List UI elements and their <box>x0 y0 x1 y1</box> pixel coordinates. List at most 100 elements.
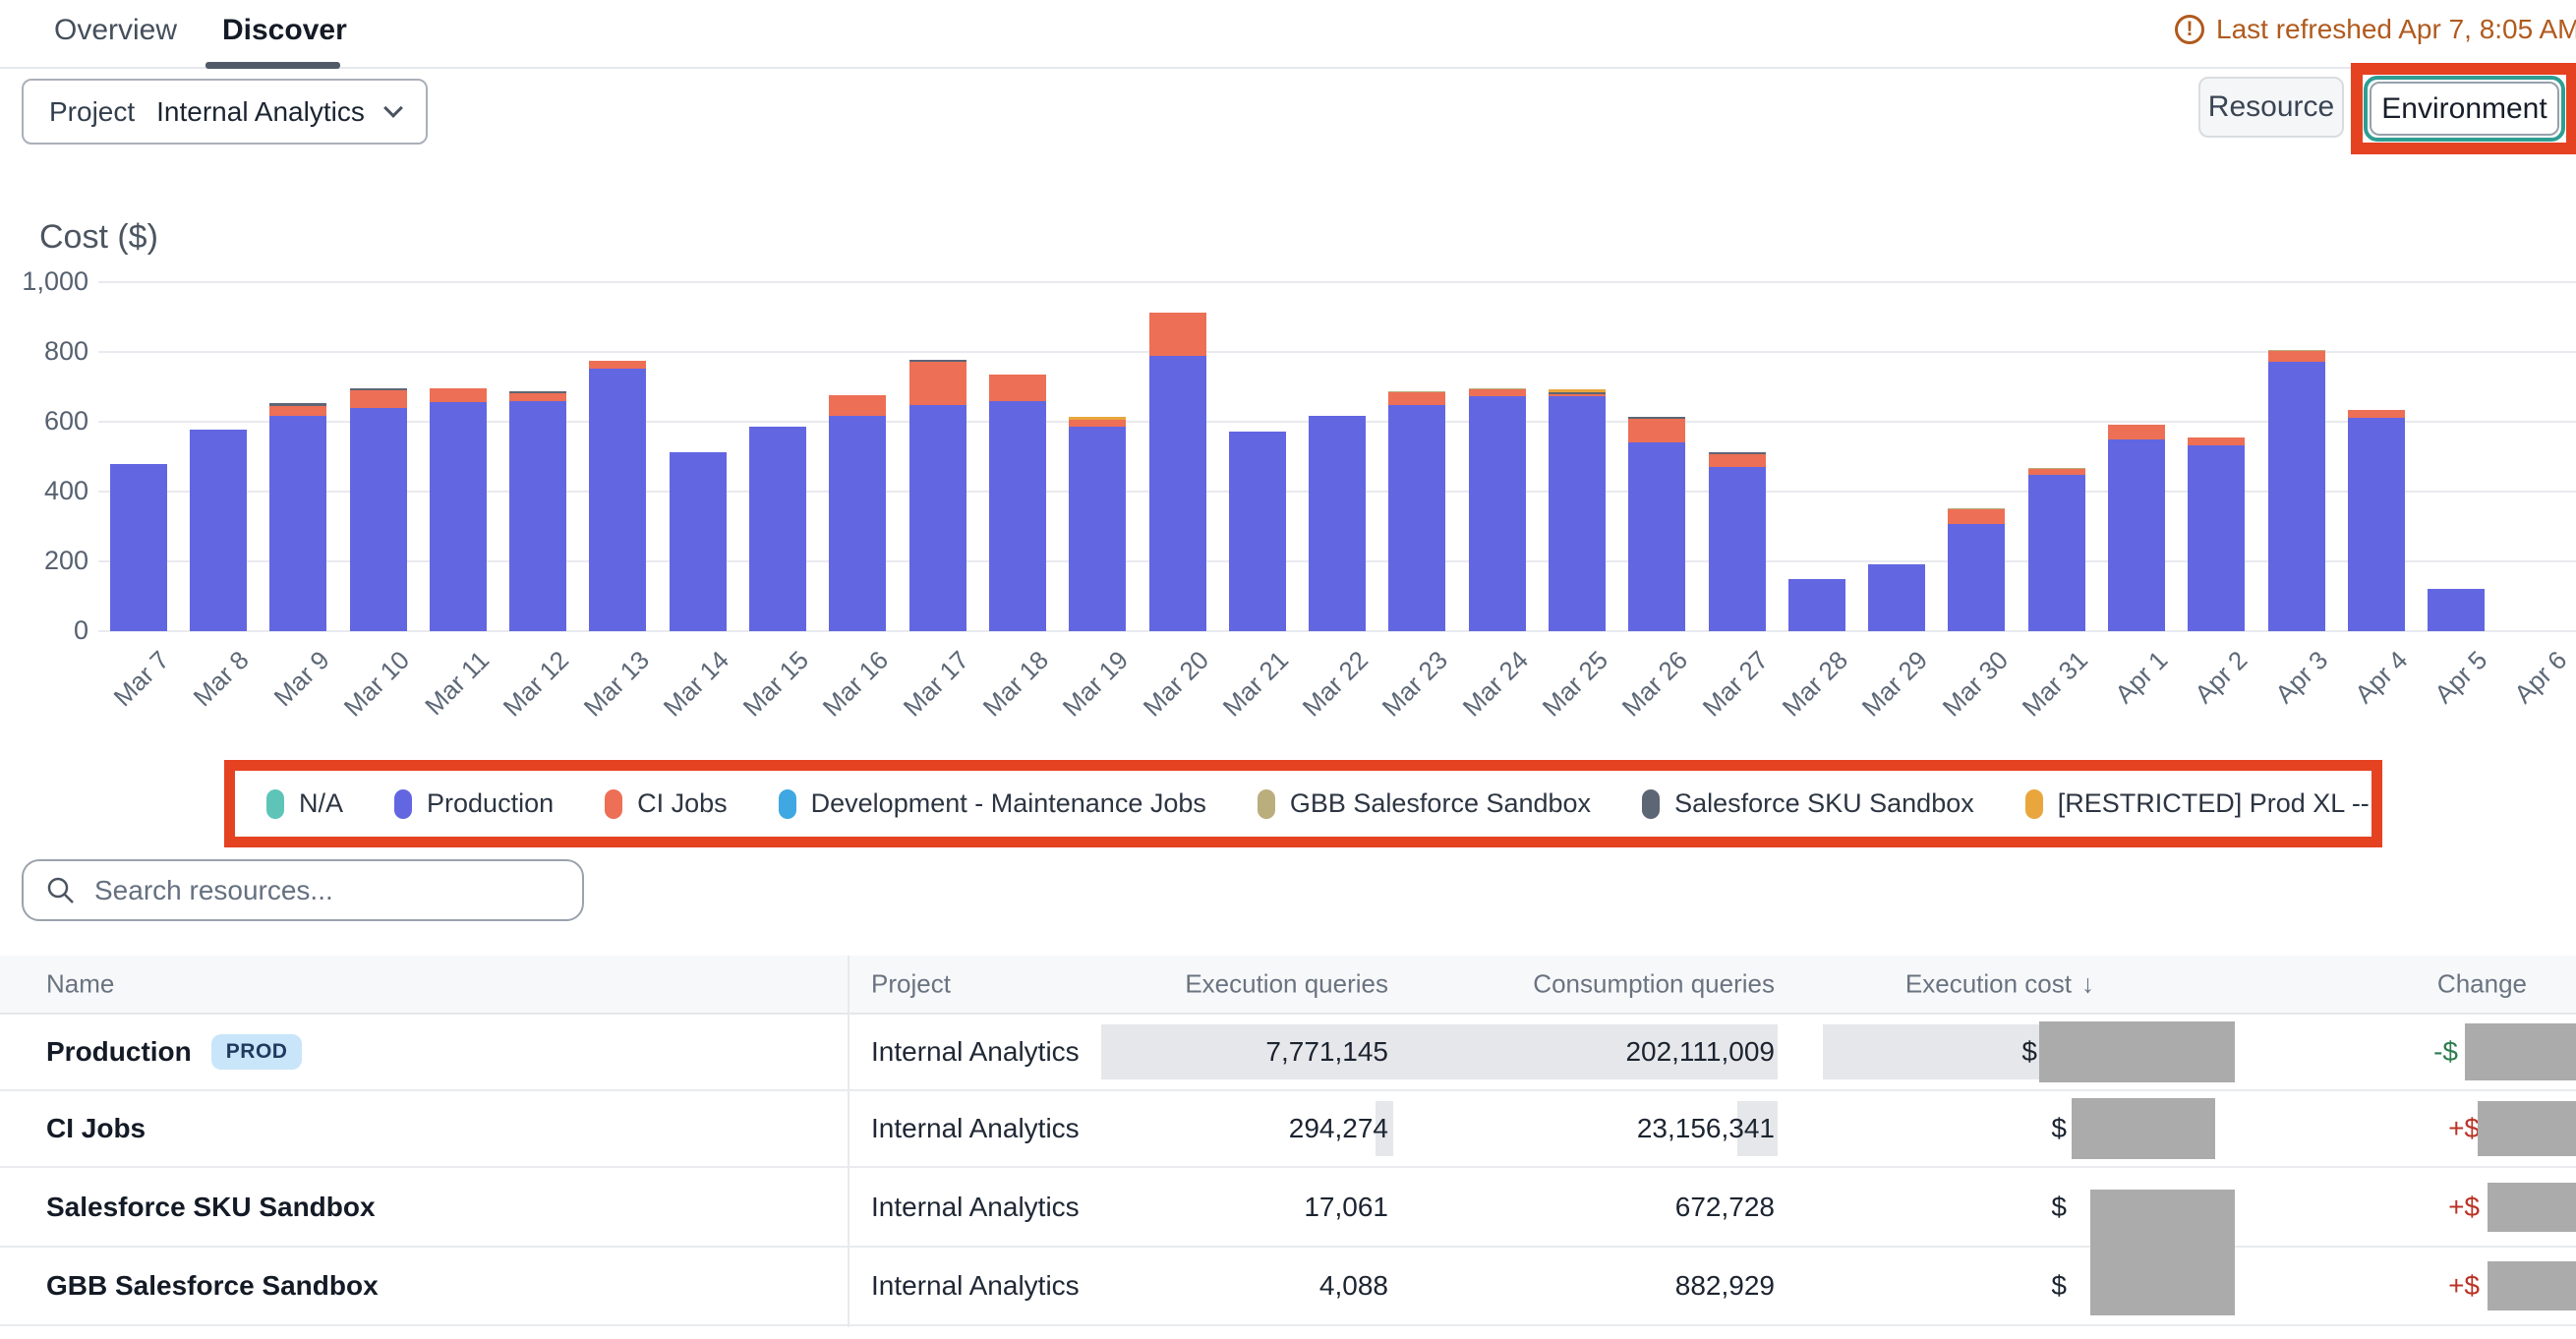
stacked-bar[interactable] <box>1388 391 1445 631</box>
bar-segment <box>1709 467 1766 631</box>
stacked-bar[interactable] <box>1549 389 1606 631</box>
stacked-bar[interactable] <box>1628 417 1685 631</box>
tab-overview[interactable]: Overview <box>54 14 177 47</box>
bar-segment <box>2348 410 2405 418</box>
column-header-change[interactable]: Change <box>2437 969 2527 1000</box>
bar-segment <box>350 390 407 408</box>
tab-discover[interactable]: Discover <box>222 14 347 47</box>
bar-segment <box>829 416 886 631</box>
legend-item[interactable]: N/A <box>266 788 343 819</box>
stacked-bar[interactable] <box>2428 589 2485 631</box>
stacked-bar[interactable] <box>1309 416 1366 631</box>
consumption-queries-value: 882,929 <box>1675 1270 1775 1302</box>
stacked-bar[interactable] <box>1709 452 1766 631</box>
stacked-bar[interactable] <box>269 403 326 632</box>
stacked-bar[interactable] <box>1149 313 1206 631</box>
chart-slot-apr-4: Apr 4 <box>2336 282 2416 631</box>
annotation-box-environment: Environment <box>2351 63 2576 154</box>
legend-item[interactable]: GBB Salesforce Sandbox <box>1258 788 1591 819</box>
change-prefix: +$ <box>2448 1192 2480 1223</box>
bar-segment <box>909 405 966 631</box>
stacked-bar[interactable] <box>2268 350 2325 631</box>
column-header-consumption-queries[interactable]: Consumption queries <box>1533 969 1775 1000</box>
bar-segment <box>1149 356 1206 631</box>
x-axis-tick-label: Mar 11 <box>419 645 496 722</box>
stacked-bar[interactable] <box>509 391 566 631</box>
stacked-bar[interactable] <box>749 427 806 631</box>
stacked-bar[interactable] <box>909 360 966 631</box>
table-row-production[interactable]: ProductionPRODInternal Analytics7,771,14… <box>0 1015 2576 1091</box>
warning-icon: ! <box>2175 15 2204 44</box>
legend-swatch-icon <box>1258 789 1275 819</box>
environment-toggle-button[interactable]: Environment <box>2370 82 2559 136</box>
active-tab-underline <box>205 62 340 69</box>
bar-segment <box>430 388 487 402</box>
legend-label: Development - Maintenance Jobs <box>811 788 1206 819</box>
legend-label: [RESTRICTED] Prod XL -- Full-Refresh job… <box>2058 788 2382 819</box>
project-filter-dropdown[interactable]: Project Internal Analytics <box>22 79 428 145</box>
resource-name-text: GBB Salesforce Sandbox <box>46 1270 379 1302</box>
legend-label: Production <box>427 788 554 819</box>
bar-segment <box>1948 509 2005 523</box>
cost-bar-chart: 02004006008001,000 Mar 7Mar 8Mar 9Mar 10… <box>0 282 2576 774</box>
stacked-bar[interactable] <box>1069 417 1126 631</box>
legend-swatch-icon <box>1642 789 1660 819</box>
column-header-project[interactable]: Project <box>871 969 951 1000</box>
y-axis-tick-label: 600 <box>0 406 88 437</box>
resource-name: ProductionPROD <box>46 1034 302 1070</box>
bar-segment <box>1069 420 1126 428</box>
column-header-execution-cost[interactable]: Execution cost↓ <box>1905 969 2094 1000</box>
resource-toggle-button[interactable]: Resource <box>2198 77 2344 138</box>
stacked-bar[interactable] <box>829 395 886 631</box>
stacked-bar[interactable] <box>989 375 1046 631</box>
chart-slot-mar-8: Mar 8 <box>178 282 258 631</box>
chart-slot-mar-22: Mar 22 <box>1297 282 1376 631</box>
chart-slot-mar-30: Mar 30 <box>1937 282 2017 631</box>
stacked-bar[interactable] <box>2028 468 2085 631</box>
stacked-bar[interactable] <box>350 388 407 631</box>
stacked-bar[interactable] <box>670 452 727 631</box>
chart-slot-mar-18: Mar 18 <box>977 282 1057 631</box>
stacked-bar[interactable] <box>430 388 487 631</box>
chart-slot-mar-12: Mar 12 <box>498 282 577 631</box>
stacked-bar[interactable] <box>190 430 247 631</box>
stacked-bar[interactable] <box>2108 425 2165 632</box>
chart-slot-mar-28: Mar 28 <box>1777 282 1856 631</box>
chart-slot-mar-31: Mar 31 <box>2017 282 2096 631</box>
legend-item[interactable]: [RESTRICTED] Prod XL -- Full-Refresh job… <box>2025 788 2382 819</box>
chart-slot-mar-24: Mar 24 <box>1457 282 1537 631</box>
stacked-bar[interactable] <box>1948 508 2005 631</box>
stacked-bar[interactable] <box>110 464 167 631</box>
legend-item[interactable]: Production <box>394 788 554 819</box>
search-resources-input[interactable] <box>94 875 560 906</box>
stacked-bar[interactable] <box>2348 410 2405 631</box>
table-row-ci-jobs[interactable]: CI JobsInternal Analytics294,27423,156,3… <box>0 1091 2576 1168</box>
stacked-bar[interactable] <box>2188 437 2245 631</box>
x-axis-tick-label: Mar 10 <box>337 645 415 723</box>
legend-item[interactable]: Development - Maintenance Jobs <box>779 788 1206 819</box>
redaction-box <box>2465 1023 2576 1080</box>
bar-segment <box>2188 437 2245 445</box>
resource-project: Internal Analytics <box>871 1192 1080 1223</box>
legend-item[interactable]: CI Jobs <box>605 788 728 819</box>
stacked-bar[interactable] <box>1868 564 1925 631</box>
prod-badge: PROD <box>211 1034 303 1070</box>
bar-segment <box>1868 564 1925 631</box>
column-header-name[interactable]: Name <box>46 969 114 1000</box>
consumption-queries-value: 202,111,009 <box>1625 1036 1775 1068</box>
legend-swatch-icon <box>266 789 284 819</box>
x-axis-tick-label: Mar 29 <box>1856 645 1934 723</box>
bar-segment <box>509 401 566 631</box>
stacked-bar[interactable] <box>1229 432 1286 631</box>
consumption-queries-value: 672,728 <box>1675 1192 1775 1223</box>
bar-segment <box>1948 524 2005 631</box>
stacked-bar[interactable] <box>1788 579 1845 631</box>
x-axis-tick-label: Apr 3 <box>2269 645 2334 710</box>
chart-slot-mar-20: Mar 20 <box>1138 282 1217 631</box>
column-header-execution-queries[interactable]: Execution queries <box>1185 969 1388 1000</box>
change-prefix: +$ <box>2448 1113 2480 1144</box>
legend-item[interactable]: Salesforce SKU Sandbox <box>1642 788 1974 819</box>
stacked-bar[interactable] <box>1469 388 1526 631</box>
chart-slot-apr-3: Apr 3 <box>2256 282 2336 631</box>
stacked-bar[interactable] <box>589 361 646 631</box>
